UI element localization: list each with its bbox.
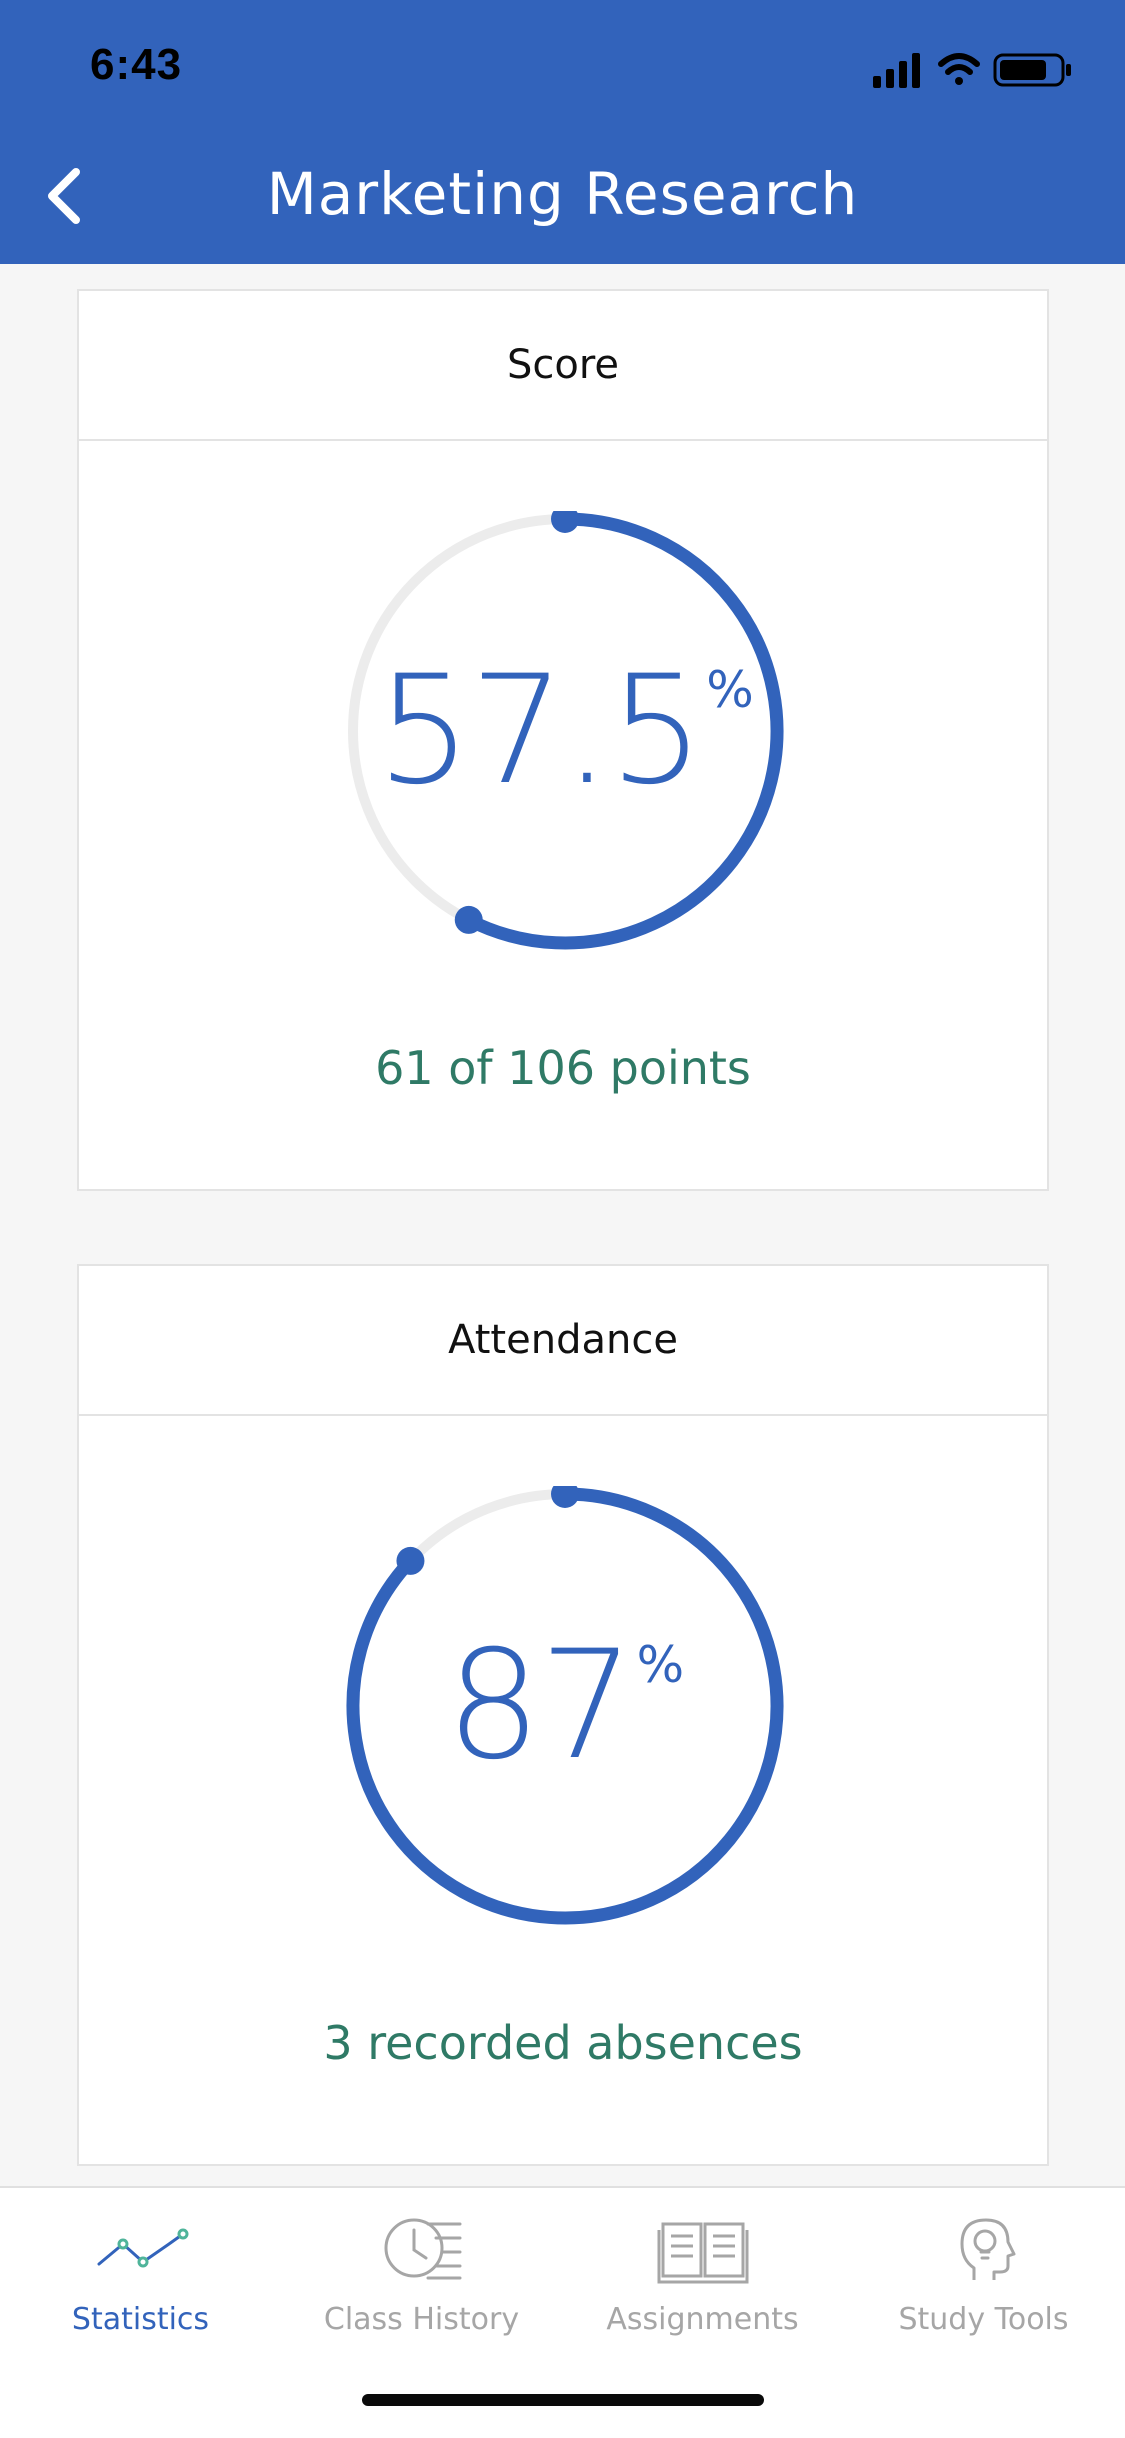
tab-class-history-label: Class History [323,2302,520,2337]
tab-study-tools[interactable]: Study Tools [843,2208,1124,2358]
attendance-value-group: 87 % [345,1486,785,1926]
attendance-ring: 87 % [345,1480,785,1926]
wifi-icon [938,53,980,85]
head-lightbulb-icon [960,2218,1015,2280]
score-value-group: 57.5 % [345,511,785,951]
status-time: 6:43 [90,40,183,89]
attendance-card-body: 87 % 3 recorded absences [79,1416,1047,2164]
battery-icon [993,53,1071,87]
app-header: 6:43 Marketing Research [0,0,1125,264]
attendance-caption: 3 recorded absences [323,2016,803,2070]
attendance-card: Attendance 87 % 3 recorded absences [77,1264,1049,2166]
tab-assignments-label: Assignments [606,2302,799,2337]
tab-study-tools-label: Study Tools [898,2302,1069,2337]
signal-icon [873,53,920,88]
line-chart-icon [97,2228,188,2268]
open-book-icon [657,2222,748,2284]
score-card-title: Score [79,291,1047,441]
tab-statistics-label: Statistics [71,2302,210,2337]
tab-class-history[interactable]: Class History [281,2208,562,2358]
status-icons [873,53,1071,88]
home-indicator [362,2394,764,2406]
page-title: Marketing Research [266,160,859,228]
score-caption: 61 of 106 points [375,1041,751,1095]
score-ring: 57.5 % [345,505,785,951]
attendance-unit: % [636,1636,685,1694]
tab-statistics[interactable]: Statistics [0,2208,281,2358]
score-unit: % [706,661,754,719]
score-card-body: 57.5 % 61 of 106 points [79,441,1047,1189]
attendance-value: 87 [445,1619,635,1793]
attendance-card-title: Attendance [79,1266,1047,1416]
score-card: Score 57.5 % 61 of 106 points [77,289,1049,1191]
score-value: 57.5 [376,644,704,818]
tab-assignments[interactable]: Assignments [562,2208,843,2358]
app-screen: 6:43 Marketing Research Score 57.5 % 61 … [0,0,1125,2438]
clock-list-icon [384,2218,461,2280]
